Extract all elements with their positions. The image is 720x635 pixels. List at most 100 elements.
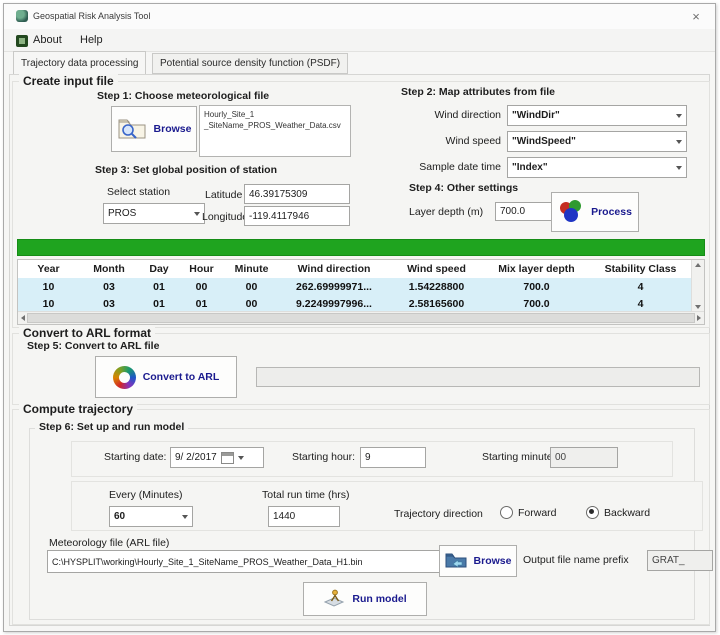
start-time-panel: Starting date: 9/ 2/2017 Starting hour: …	[71, 441, 673, 477]
folder-search-icon	[117, 116, 147, 143]
radio-unchecked-icon	[500, 506, 513, 519]
station-select[interactable]: PROS	[103, 203, 205, 224]
sample-date-time-select[interactable]: "Index"	[507, 157, 687, 178]
met-file-name-line2: _SiteName_PROS_Weather_Data.csv	[204, 120, 346, 131]
scroll-down-icon[interactable]	[695, 305, 701, 309]
output-prefix-value: GRAT_	[652, 555, 685, 566]
column-header[interactable]: Year	[18, 260, 79, 278]
table-row[interactable]: 10 03 01 01 00 9.2249997996... 2.5816560…	[18, 295, 692, 312]
scrollbar-thumb[interactable]	[27, 313, 695, 323]
convert-progress-bar	[256, 367, 700, 387]
wind-direction-select[interactable]: "WindDir"	[507, 105, 687, 126]
step3-title: Step 3: Set global position of station	[95, 164, 277, 176]
starting-minute-field[interactable]: 00	[550, 447, 618, 468]
output-prefix-label: Output file name prefix	[523, 554, 629, 566]
menu-bar: About Help	[4, 29, 715, 52]
browse-arl-label: Browse	[474, 555, 512, 567]
cell: 2.58165600	[389, 295, 484, 312]
column-header[interactable]: Month	[79, 260, 139, 278]
chevron-down-icon	[676, 166, 682, 170]
tab-psdf[interactable]: Potential source density function (PSDF)	[152, 53, 348, 74]
scroll-up-icon[interactable]	[695, 263, 701, 267]
color-ring-icon	[113, 366, 136, 389]
starting-hour-field[interactable]: 9	[360, 447, 426, 468]
column-header[interactable]: Day	[139, 260, 179, 278]
cell: 9.2249997996...	[279, 295, 389, 312]
tab-strip: Trajectory data processing Potential sou…	[4, 51, 715, 74]
latitude-field[interactable]: 46.39175309	[244, 184, 350, 204]
starting-hour-label: Starting hour:	[292, 451, 355, 463]
close-icon[interactable]: ×	[687, 8, 705, 24]
output-prefix-field[interactable]: GRAT_	[647, 550, 713, 571]
folder-arrow-icon	[445, 552, 467, 571]
scroll-left-icon[interactable]	[21, 315, 25, 321]
browse-arl-button[interactable]: Browse	[439, 545, 517, 577]
tab-trajectory-data-processing[interactable]: Trajectory data processing	[13, 51, 146, 74]
cell: 01	[139, 295, 179, 312]
chevron-down-icon	[194, 212, 200, 216]
starting-minute-value: 00	[555, 452, 566, 463]
column-header[interactable]: Wind speed	[389, 260, 484, 278]
column-header[interactable]: Mix layer depth	[484, 260, 589, 278]
longitude-label: Longitude	[202, 211, 248, 223]
progress-bar-complete	[17, 239, 705, 256]
met-arl-file-field[interactable]: C:\HYSPLIT\working\Hourly_Site_1_SiteNam…	[47, 550, 441, 573]
every-minutes-label: Every (Minutes)	[109, 489, 183, 501]
browse-met-file-label: Browse	[154, 123, 192, 135]
cell: 700.0	[484, 295, 589, 312]
browse-met-file-button[interactable]: Browse	[111, 106, 197, 152]
sample-date-time-label: Sample date time	[391, 161, 501, 173]
step1-title: Step 1: Choose meteorological file	[97, 90, 269, 102]
window-title: Geospatial Risk Analysis Tool	[33, 11, 150, 21]
process-button[interactable]: Process	[551, 192, 639, 232]
total-run-time-label: Total run time (hrs)	[262, 489, 350, 501]
starting-date-picker[interactable]: 9/ 2/2017	[170, 447, 264, 468]
column-header[interactable]: Minute	[224, 260, 279, 278]
cell: 01	[179, 295, 224, 312]
every-minutes-select[interactable]: 60	[109, 506, 193, 527]
chevron-down-icon	[238, 456, 244, 460]
longitude-field[interactable]: -119.4117946	[244, 206, 350, 226]
cell: 00	[224, 295, 279, 312]
horizontal-scrollbar[interactable]	[18, 311, 704, 324]
total-run-time-value: 1440	[273, 511, 295, 522]
scroll-right-icon[interactable]	[697, 315, 701, 321]
step2-title: Step 2: Map attributes from file	[401, 86, 555, 98]
wind-speed-select[interactable]: "WindSpeed"	[507, 131, 687, 152]
convert-to-arl-label: Convert to ARL	[143, 371, 220, 383]
cell: 700.0	[484, 278, 589, 295]
met-file-display[interactable]: Hourly_Site_1 _SiteName_PROS_Weather_Dat…	[199, 105, 351, 157]
run-model-button[interactable]: Run model	[303, 582, 427, 616]
every-minutes-value: 60	[114, 511, 125, 522]
column-header[interactable]: Stability Class	[589, 260, 692, 278]
create-input-group: Create input file Step 1: Choose meteoro…	[12, 81, 710, 328]
table-row[interactable]: 10 03 01 00 00 262.69999971... 1.5422880…	[18, 278, 692, 295]
title-bar[interactable]: Geospatial Risk Analysis Tool ×	[4, 4, 715, 30]
column-header[interactable]: Wind direction	[279, 260, 389, 278]
column-header[interactable]: Hour	[179, 260, 224, 278]
cell: 10	[18, 278, 79, 295]
step6-title: Step 6: Set up and run model	[35, 421, 188, 433]
app-window: Geospatial Risk Analysis Tool × About He…	[3, 3, 716, 632]
cell: 4	[589, 295, 692, 312]
forward-radio[interactable]: Forward	[500, 506, 557, 519]
convert-arl-group-title: Convert to ARL format	[19, 326, 155, 340]
radio-checked-icon	[586, 506, 599, 519]
backward-radio[interactable]: Backward	[586, 506, 650, 519]
station-value: PROS	[108, 208, 136, 219]
vertical-scrollbar[interactable]	[691, 260, 704, 312]
sample-date-time-value: "Index"	[512, 162, 548, 173]
longitude-value: -119.4117946	[249, 211, 309, 222]
convert-to-arl-button[interactable]: Convert to ARL	[95, 356, 237, 398]
total-run-time-field[interactable]: 1440	[268, 506, 340, 527]
select-station-label: Select station	[107, 186, 170, 198]
app-icon	[16, 10, 28, 22]
wind-speed-value: "WindSpeed"	[512, 136, 576, 147]
menu-about[interactable]: About	[29, 32, 66, 48]
tab-content: Create input file Step 1: Choose meteoro…	[9, 74, 710, 626]
starting-date-label: Starting date:	[104, 451, 166, 463]
menu-help[interactable]: Help	[76, 32, 107, 48]
chevron-down-icon	[676, 114, 682, 118]
latitude-label: Latitude	[205, 189, 242, 201]
layer-depth-field[interactable]: 700.0	[495, 202, 555, 221]
